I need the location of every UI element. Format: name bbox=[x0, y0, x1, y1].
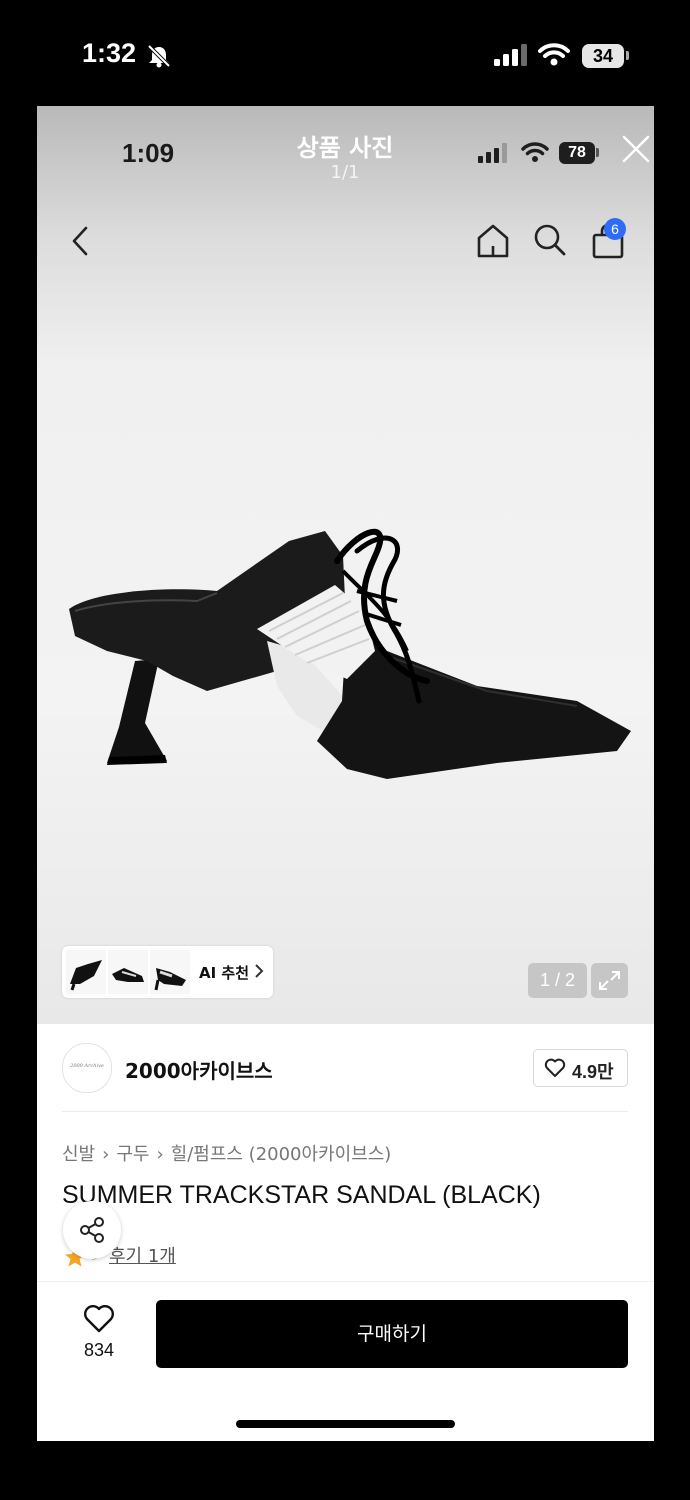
bell-muted-icon bbox=[147, 44, 171, 68]
share-icon bbox=[80, 1217, 104, 1243]
expand-button[interactable] bbox=[591, 963, 628, 998]
product-title: SUMMER TRACKSTAR SANDAL (BLACK) bbox=[62, 1181, 541, 1209]
product-photo-area: 1:09 상품 사진 1/1 78 6 AI 추천 1 / 2 bbox=[37, 106, 654, 1024]
brand-name[interactable]: 2000아카이브스 bbox=[125, 1055, 273, 1084]
cellular-signal-icon bbox=[494, 44, 527, 66]
battery-cap bbox=[626, 51, 629, 60]
brand-like-count: 4.9만 bbox=[572, 1062, 614, 1082]
cellular-signal-icon bbox=[478, 143, 507, 163]
ai-recommend-strip[interactable]: AI 추천 bbox=[62, 946, 273, 998]
recommend-thumbnail[interactable] bbox=[66, 950, 106, 994]
divider bbox=[62, 1111, 628, 1112]
ai-recommend-label: AI 추천 bbox=[199, 964, 250, 982]
product-screen: 1:09 상품 사진 1/1 78 6 AI 추천 1 / 2 2000 Arc… bbox=[37, 106, 654, 1441]
inner-status-time: 1:09 bbox=[122, 138, 175, 168]
gallery-page-indicator: 1 / 2 bbox=[528, 963, 587, 998]
expand-icon bbox=[599, 971, 620, 990]
breadcrumb-item[interactable]: 구두 bbox=[116, 1144, 149, 1165]
brand-logo[interactable]: 2000 Archive bbox=[62, 1043, 112, 1093]
viewer-counter: 1/1 bbox=[330, 162, 360, 183]
heart-outline-icon bbox=[84, 1305, 114, 1333]
share-button[interactable] bbox=[63, 1201, 121, 1259]
breadcrumb-item[interactable]: 힐/펌프스 (2000아카이브스) bbox=[171, 1144, 392, 1165]
battery-cap bbox=[596, 148, 599, 157]
home-indicator bbox=[236, 1420, 455, 1428]
chevron-right-icon: › bbox=[156, 1144, 164, 1165]
home-icon[interactable] bbox=[474, 222, 512, 260]
heart-outline-icon bbox=[544, 1058, 566, 1077]
wishlist-button[interactable]: 834 bbox=[59, 1296, 139, 1366]
chevron-right-icon: › bbox=[102, 1144, 110, 1165]
close-icon[interactable] bbox=[621, 134, 651, 164]
outer-status-bar: 1:32 34 bbox=[0, 0, 690, 106]
wifi-icon bbox=[538, 43, 570, 66]
review-link[interactable]: 후기 1개 bbox=[109, 1242, 176, 1268]
recommend-thumbnail[interactable] bbox=[108, 950, 148, 994]
battery-indicator: 34 bbox=[582, 44, 624, 68]
chevron-right-icon bbox=[255, 964, 264, 978]
outer-status-time: 1:32 bbox=[82, 38, 137, 68]
search-icon[interactable] bbox=[532, 222, 568, 258]
breadcrumb-item[interactable]: 신발 bbox=[62, 1144, 95, 1165]
product-image[interactable] bbox=[57, 501, 637, 781]
wishlist-count: 834 bbox=[83, 1340, 115, 1360]
cart-count-badge: 6 bbox=[604, 218, 626, 240]
wifi-icon bbox=[521, 142, 549, 162]
brand-like-button[interactable]: 4.9만 bbox=[533, 1049, 628, 1087]
battery-indicator: 78 bbox=[559, 142, 595, 164]
divider bbox=[37, 1281, 654, 1282]
buy-button[interactable]: 구매하기 bbox=[156, 1300, 628, 1368]
viewer-title: 상품 사진 bbox=[296, 134, 394, 162]
back-chevron-icon[interactable] bbox=[69, 224, 93, 258]
brand-logo-wordmark: 2000 Archive bbox=[70, 1063, 104, 1069]
recommend-thumbnail[interactable] bbox=[150, 950, 190, 994]
breadcrumb: 신발 › 구두 › 힐/펌프스 (2000아카이브스) bbox=[62, 1140, 391, 1166]
